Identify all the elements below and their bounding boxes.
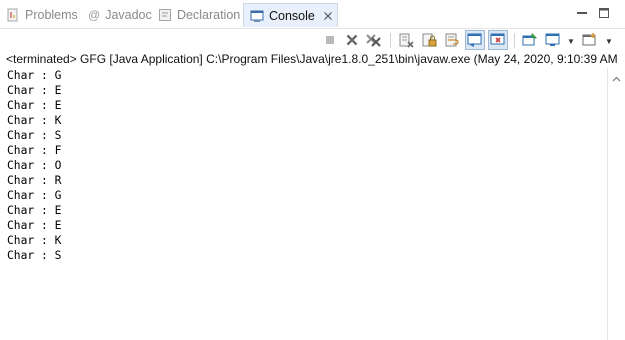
console-line: Char : G bbox=[7, 69, 62, 82]
scroll-lock-icon bbox=[421, 32, 437, 48]
show-console-stdout-button[interactable] bbox=[465, 30, 485, 50]
console-line: Char : K bbox=[7, 234, 62, 247]
console-line: Char : R bbox=[7, 174, 62, 187]
display-selected-console-button[interactable] bbox=[543, 30, 563, 50]
console-line: Char : O bbox=[7, 159, 62, 172]
tab-declaration[interactable]: Declaration bbox=[158, 3, 240, 27]
console-line: Char : S bbox=[7, 249, 62, 262]
minimize-icon[interactable] bbox=[576, 7, 588, 19]
show-console-stdout-icon bbox=[467, 32, 483, 48]
console-line: Char : E bbox=[7, 219, 62, 232]
tab-console[interactable]: Console bbox=[243, 3, 338, 27]
view-tab-bar: Problems @ Javadoc Declaration Console bbox=[0, 0, 625, 29]
close-icon[interactable] bbox=[323, 11, 333, 21]
display-selected-console-icon bbox=[545, 32, 561, 48]
word-wrap-button[interactable] bbox=[442, 30, 462, 50]
tab-label: Problems bbox=[25, 8, 78, 22]
pin-console-button[interactable] bbox=[520, 30, 540, 50]
console-line: Char : K bbox=[7, 114, 62, 127]
console-output[interactable]: Char : G Char : E Char : E Char : K Char… bbox=[0, 68, 607, 340]
tab-label: Javadoc bbox=[105, 8, 152, 22]
remove-all-terminated-icon bbox=[366, 32, 382, 48]
console-icon bbox=[250, 9, 264, 23]
javadoc-icon: @ bbox=[88, 8, 101, 22]
problems-icon bbox=[6, 8, 20, 22]
clear-console-icon bbox=[398, 32, 414, 48]
scroll-up-icon[interactable] bbox=[612, 71, 621, 85]
chevron-down-icon[interactable]: ▼ bbox=[605, 37, 613, 46]
console-line: Char : E bbox=[7, 99, 62, 112]
toolbar-separator bbox=[514, 33, 515, 48]
console-process-label: <terminated> GFG [Java Application] C:\P… bbox=[6, 52, 618, 66]
declaration-icon bbox=[158, 8, 172, 22]
tab-problems[interactable]: Problems bbox=[6, 3, 78, 27]
toolbar-separator bbox=[390, 33, 391, 48]
tab-label: Declaration bbox=[177, 8, 241, 22]
console-line: Char : E bbox=[7, 204, 62, 217]
console-line: Char : E bbox=[7, 84, 62, 97]
vertical-scrollbar[interactable] bbox=[607, 68, 625, 340]
open-console-button[interactable] bbox=[580, 30, 600, 50]
maximize-icon[interactable] bbox=[598, 7, 610, 19]
remove-launch-button[interactable] bbox=[342, 30, 362, 50]
word-wrap-icon bbox=[444, 32, 460, 48]
show-console-stderr-icon bbox=[490, 32, 506, 48]
console-line: Char : G bbox=[7, 189, 62, 202]
tab-label: Console bbox=[269, 8, 315, 23]
console-line: Char : F bbox=[7, 144, 62, 157]
remove-all-terminated-button[interactable] bbox=[364, 30, 384, 50]
chevron-down-icon[interactable]: ▼ bbox=[567, 37, 575, 46]
tab-javadoc[interactable]: @ Javadoc bbox=[88, 3, 152, 27]
terminate-button[interactable] bbox=[320, 30, 340, 50]
console-toolbar: ▼ ▼ bbox=[0, 29, 625, 51]
show-console-stderr-button[interactable] bbox=[488, 30, 508, 50]
open-console-icon bbox=[582, 32, 598, 48]
remove-launch-icon bbox=[345, 33, 359, 47]
pin-console-icon bbox=[522, 32, 538, 48]
scroll-lock-button[interactable] bbox=[419, 30, 439, 50]
console-line: Char : S bbox=[7, 129, 62, 142]
clear-console-button[interactable] bbox=[396, 30, 416, 50]
terminate-icon bbox=[323, 33, 337, 47]
